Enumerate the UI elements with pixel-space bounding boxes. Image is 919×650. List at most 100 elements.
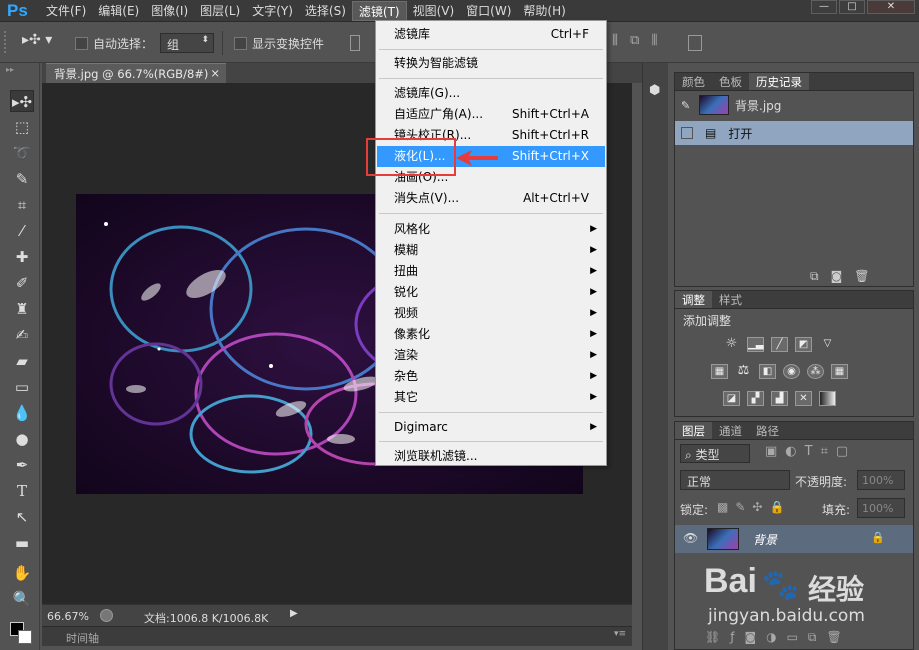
eyedropper-tool-icon[interactable]: ⁄ [10, 220, 34, 242]
blur-tool-icon[interactable]: 💧 [10, 402, 34, 424]
tab-color[interactable]: 颜色 [675, 73, 712, 90]
quick-select-tool-icon[interactable]: ✎ [10, 168, 34, 190]
crop-tool-icon[interactable]: ⌗ [10, 194, 34, 216]
healing-brush-tool-icon[interactable]: ✚ [10, 246, 34, 268]
maximize-button[interactable]: □ [839, 0, 865, 14]
menu-file[interactable]: 文件(F) [40, 1, 92, 21]
tab-layers[interactable]: 图层 [675, 422, 712, 439]
menu-item-stylize[interactable]: 风格化 ▶ [377, 219, 605, 240]
menu-item-convert-smart-filters[interactable]: 转换为智能滤镜 [377, 53, 605, 74]
history-brush-tool-icon[interactable]: ✍ [10, 324, 34, 346]
tab-paths[interactable]: 路径 [749, 422, 786, 439]
layer-row-background[interactable]: 👁 背景 🔒 [675, 525, 913, 553]
menu-help[interactable]: 帮助(H) [517, 1, 571, 21]
history-state-checkbox[interactable] [681, 127, 693, 139]
status-menu-icon[interactable] [100, 609, 113, 622]
tab-adjustments[interactable]: 调整 [675, 291, 712, 308]
tab-channels[interactable]: 通道 [712, 422, 749, 439]
clone-stamp-tool-icon[interactable]: ♜ [10, 298, 34, 320]
collapse-icon[interactable]: ▸▸ [6, 65, 14, 74]
menu-view[interactable]: 视图(V) [407, 1, 461, 21]
vibrance-icon[interactable]: ▽ [819, 337, 836, 352]
color-lookup-icon[interactable]: ▦ [831, 364, 848, 379]
menu-type[interactable]: 文字(Y) [246, 1, 299, 21]
menu-filter[interactable]: 滤镜(T) [351, 0, 407, 21]
history-panel-footer-icons[interactable]: ⧉◙🗑 [810, 269, 910, 284]
menu-item-video[interactable]: 视频 ▶ [377, 303, 605, 324]
brightness-icon[interactable]: ☼ [723, 337, 740, 352]
menu-item-browse-filters-online[interactable]: 浏览联机滤镜... [377, 446, 605, 467]
menu-item-other[interactable]: 其它 ▶ [377, 387, 605, 408]
tab-history[interactable]: 历史记录 [749, 73, 809, 90]
menu-item-noise[interactable]: 杂色 ▶ [377, 366, 605, 387]
align-top-icon[interactable] [350, 35, 360, 51]
posterize-icon[interactable]: ▞ [747, 391, 764, 406]
hue-saturation-icon[interactable]: ▦ [711, 364, 728, 379]
pen-tool-icon[interactable]: ✒ [10, 454, 34, 476]
black-white-icon[interactable]: ◧ [759, 364, 776, 379]
curves-icon[interactable]: ╱ [771, 337, 788, 352]
menu-item-distort[interactable]: 扭曲 ▶ [377, 261, 605, 282]
tab-styles[interactable]: 样式 [712, 291, 749, 308]
show-transform-checkbox[interactable] [234, 37, 247, 50]
move-tool-icon[interactable]: ▸✣ [10, 90, 34, 112]
menu-window[interactable]: 窗口(W) [460, 1, 517, 21]
layer-filter-dropdown[interactable]: ⌕ 类型 [680, 444, 750, 463]
visibility-eye-icon[interactable]: 👁 [683, 531, 698, 545]
layer-filter-icons[interactable]: ▣◐T⌗▢ [765, 444, 905, 459]
dodge-tool-icon[interactable]: ● [10, 428, 34, 450]
menu-layer[interactable]: 图层(L) [194, 1, 246, 21]
document-tab[interactable]: 背景.jpg @ 66.7%(RGB/8#) × [46, 63, 226, 83]
auto-select-checkbox[interactable] [75, 37, 88, 50]
lock-icons[interactable]: ▩✎✣🔒 [717, 500, 791, 514]
exposure-icon[interactable]: ◩ [795, 337, 812, 352]
history-snapshot[interactable]: ✎ 背景.jpg [675, 91, 913, 119]
status-arrow-icon[interactable]: ▶ [290, 608, 298, 619]
distribute-icons[interactable]: ⫼ ⧉ ⫼ [612, 33, 662, 48]
3d-icon[interactable]: ⬢ [649, 83, 665, 99]
history-state-open[interactable]: ▤ 打开 [675, 121, 913, 145]
path-select-tool-icon[interactable]: ↖ [10, 506, 34, 528]
auto-select-dropdown[interactable]: 组 ⬍ [160, 33, 214, 53]
hand-tool-icon[interactable]: ✋ [10, 562, 34, 584]
tab-swatches[interactable]: 色板 [712, 73, 749, 90]
auto-align-icon[interactable] [688, 35, 702, 51]
marquee-tool-icon[interactable]: ⬚ [10, 116, 34, 138]
zoom-level[interactable]: 66.67% [47, 610, 89, 623]
background-color-swatch[interactable] [18, 630, 32, 644]
shape-tool-icon[interactable]: ▬ [10, 532, 34, 554]
eraser-tool-icon[interactable]: ▰ [10, 350, 34, 372]
menu-item-digimarc[interactable]: Digimarc ▶ [377, 417, 605, 438]
gradient-tool-icon[interactable]: ▭ [10, 376, 34, 398]
threshold-icon[interactable]: ▟ [771, 391, 788, 406]
fill-input[interactable]: 100% [857, 498, 905, 518]
timeline-label[interactable]: 时间轴 [66, 630, 99, 646]
lasso-tool-icon[interactable]: ➰ [10, 142, 34, 164]
color-balance-icon[interactable]: ⚖ [735, 364, 752, 379]
menu-image[interactable]: 图像(I) [145, 1, 194, 21]
menu-item-adaptive-wide-angle[interactable]: 自适应广角(A)... Shift+Ctrl+A [377, 104, 605, 125]
menu-item-vanishing-point[interactable]: 消失点(V)... Alt+Ctrl+V [377, 188, 605, 209]
gradient-map-icon[interactable] [819, 391, 836, 406]
menu-item-pixelate[interactable]: 像素化 ▶ [377, 324, 605, 345]
zoom-tool-icon[interactable]: 🔍 [10, 588, 34, 610]
move-tool-preset-icon[interactable]: ▸✣ ▾ [22, 32, 70, 54]
selective-color-icon[interactable]: ✕ [795, 391, 812, 406]
type-tool-icon[interactable]: T [10, 480, 34, 502]
close-window-button[interactable]: ✕ [867, 0, 915, 14]
close-tab-icon[interactable]: × [210, 66, 220, 80]
panel-menu-icon[interactable]: ▾≡ [614, 629, 626, 639]
brush-tool-icon[interactable]: ✐ [10, 272, 34, 294]
menu-item-blur[interactable]: 模糊 ▶ [377, 240, 605, 261]
menu-edit[interactable]: 编辑(E) [92, 1, 145, 21]
channel-mixer-icon[interactable]: ⁂ [807, 364, 824, 379]
blend-mode-dropdown[interactable]: 正常 [680, 470, 790, 490]
menu-item-filter-gallery-last[interactable]: 滤镜库 Ctrl+F [377, 24, 605, 45]
levels-icon[interactable]: ▁▃ [747, 337, 764, 352]
menu-item-filter-gallery[interactable]: 滤镜库(G)... [377, 83, 605, 104]
opacity-input[interactable]: 100% [857, 470, 905, 490]
invert-icon[interactable]: ◪ [723, 391, 740, 406]
history-brush-source-icon[interactable]: ✎ [681, 99, 695, 112]
menu-item-render[interactable]: 渲染 ▶ [377, 345, 605, 366]
minimize-button[interactable]: — [811, 0, 837, 14]
